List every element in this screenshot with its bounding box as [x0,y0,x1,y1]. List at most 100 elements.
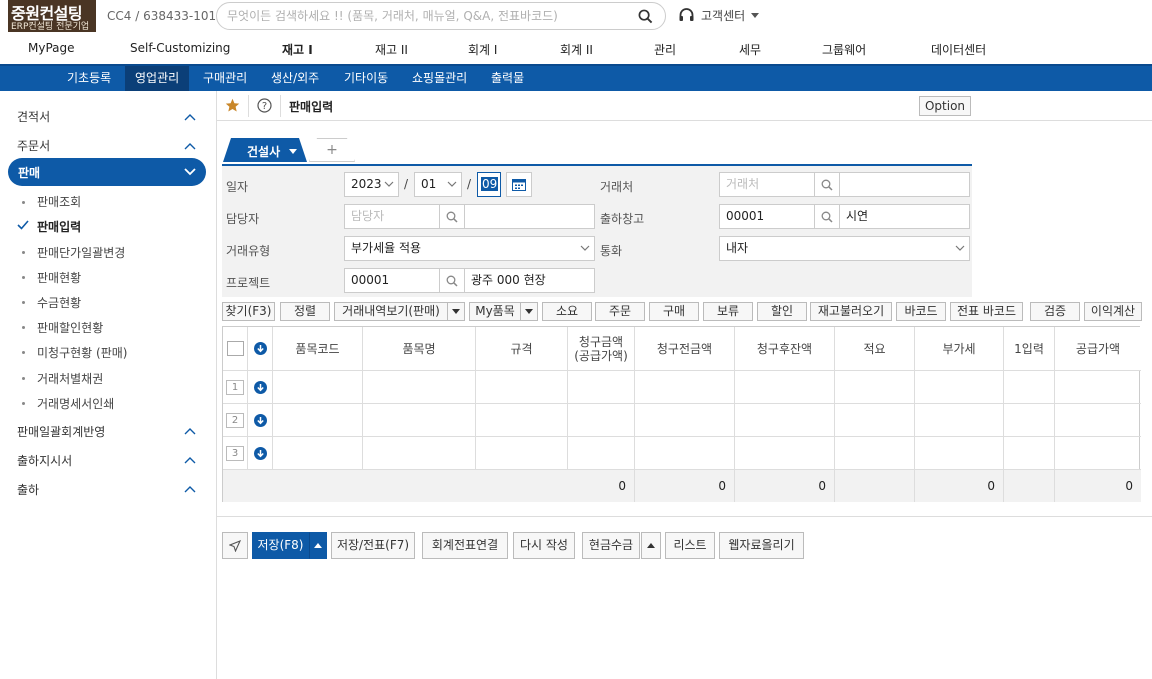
grid-cell[interactable] [476,437,568,470]
download-circle-icon[interactable] [254,447,267,460]
grid-cell[interactable] [635,404,735,437]
rewrite-button[interactable]: 다시 작성 [513,532,575,559]
purchase-button[interactable]: 구매 [649,302,699,321]
download-circle-icon[interactable] [254,414,267,427]
sidebar-group-order[interactable]: 주문서 [17,137,50,154]
sidebar-item-statement-print[interactable]: 거래명세서인쇄 [37,395,114,412]
submenu-basic-registration[interactable]: 기초등록 [57,66,121,91]
month-select[interactable]: 01 [414,172,462,197]
grid-cell[interactable] [1004,437,1055,470]
year-select[interactable]: 2023 [344,172,399,197]
chevron-up-icon[interactable] [184,485,196,493]
chevron-up-icon[interactable] [184,427,196,435]
row-number[interactable]: 2 [226,413,244,428]
col-spec[interactable]: 규격 [476,327,568,371]
col-item-code[interactable]: 품목코드 [273,327,363,371]
day-input[interactable]: 09 [477,172,501,197]
grid-cell[interactable] [735,371,835,404]
submenu-other-transfer[interactable]: 기타이동 [334,66,398,91]
menu-accounting-2[interactable]: 회계 II [560,41,593,58]
search-icon[interactable] [638,9,653,24]
sidebar-item-sales-entry[interactable]: 판매입력 [37,218,81,235]
sidebar-group-quotation[interactable]: 견적서 [17,108,50,125]
menu-datacenter[interactable]: 데이터센터 [931,41,986,58]
requirement-button[interactable]: 소요 [542,302,592,321]
grid-cell[interactable] [915,371,1004,404]
grid-cell[interactable] [835,404,915,437]
help-icon[interactable]: ? [257,98,272,113]
cash-collection-button[interactable]: 현금수금 [582,532,640,559]
star-icon[interactable] [225,98,240,113]
load-inventory-button[interactable]: 재고불러오기 [810,302,892,321]
grid-cell[interactable] [635,437,735,470]
col-remarks[interactable]: 적요 [835,327,915,371]
menu-self-customizing[interactable]: Self-Customizing [130,41,230,55]
save-slip-button[interactable]: 저장/전표(F7) [331,532,415,559]
currency-select[interactable]: 내자 [719,236,970,261]
sidebar-item-bulk-price-change[interactable]: 판매단가일괄변경 [37,244,125,261]
grid-cell[interactable] [1055,437,1141,470]
option-button[interactable]: Option [919,96,971,116]
submenu-purchase-management[interactable]: 구매관리 [193,66,257,91]
find-button[interactable]: 찾기(F3) [222,302,275,321]
col-input-1[interactable]: 1입력 [1004,327,1055,371]
grid-cell[interactable] [835,371,915,404]
row-number[interactable]: 3 [226,446,244,461]
grid-cell[interactable] [915,404,1004,437]
menu-groupware[interactable]: 그룹웨어 [822,41,866,58]
customer-search-button[interactable] [815,172,840,197]
profit-calc-button[interactable]: 이익계산 [1084,302,1142,321]
submenu-printouts[interactable]: 출력물 [481,66,534,91]
customer-name-input[interactable] [839,172,970,197]
grid-cell[interactable] [1004,404,1055,437]
hold-button[interactable]: 보류 [703,302,753,321]
col-supply-amount[interactable]: 공급가액 [1055,327,1141,371]
verify-button[interactable]: 검증 [1030,302,1080,321]
tab-construction[interactable]: 건설사 [223,138,307,162]
chevron-up-icon[interactable] [184,113,196,121]
chevron-up-icon[interactable] [184,456,196,464]
grid-cell[interactable] [273,437,363,470]
project-search-button[interactable] [440,268,465,293]
select-all-checkbox[interactable] [226,341,244,356]
help-center-menu[interactable]: 고객센터 [678,5,760,25]
grid-cell[interactable] [273,371,363,404]
grid-cell[interactable] [835,437,915,470]
cash-collection-toggle[interactable] [641,532,661,559]
send-button[interactable] [222,532,248,559]
warehouse-code-input[interactable]: 00001 [719,204,815,229]
grid-cell[interactable] [476,404,568,437]
manager-search-button[interactable] [440,204,465,229]
discount-button[interactable]: 할인 [757,302,807,321]
save-button[interactable]: 저장(F8) [252,532,309,559]
sidebar-item-collection-status[interactable]: 수금현황 [37,294,81,311]
grid-cell[interactable] [735,437,835,470]
grid-cell[interactable] [568,371,635,404]
save-options-toggle[interactable] [309,532,327,559]
menu-tax[interactable]: 세무 [739,41,761,58]
menu-management[interactable]: 관리 [654,41,676,58]
grid-cell[interactable] [1055,371,1141,404]
manager-code-input[interactable]: 담당자 [344,204,440,229]
submenu-sales-management[interactable]: 영업관리 [125,66,190,91]
list-button[interactable]: 리스트 [665,532,715,559]
sidebar-item-receivables-by-customer[interactable]: 거래처별채권 [37,370,103,387]
grid-cell[interactable] [568,437,635,470]
upload-web-data-button[interactable]: 웹자료올리기 [719,532,804,559]
sales-history-button[interactable]: 거래내역보기(판매) [334,302,448,321]
order-button[interactable]: 주문 [595,302,645,321]
search-input[interactable] [227,8,627,24]
warehouse-name-input[interactable]: 시연 [839,204,970,229]
grid-cell[interactable] [915,437,1004,470]
trade-type-select[interactable]: 부가세율 적용 [344,236,595,261]
sidebar-group-sales[interactable]: 판매 [8,158,206,186]
project-code-input[interactable]: 00001 [344,268,440,293]
col-item-name[interactable]: 품목명 [363,327,476,371]
menu-inventory-1[interactable]: 재고 I [282,41,313,58]
col-post-billing-balance[interactable]: 청구후잔액 [735,327,835,371]
row-number[interactable]: 1 [226,380,244,395]
col-vat[interactable]: 부가세 [915,327,1004,371]
download-circle-icon[interactable] [253,342,267,355]
grid-cell[interactable] [1004,371,1055,404]
sidebar-item-sales-inquiry[interactable]: 판매조회 [37,193,81,210]
